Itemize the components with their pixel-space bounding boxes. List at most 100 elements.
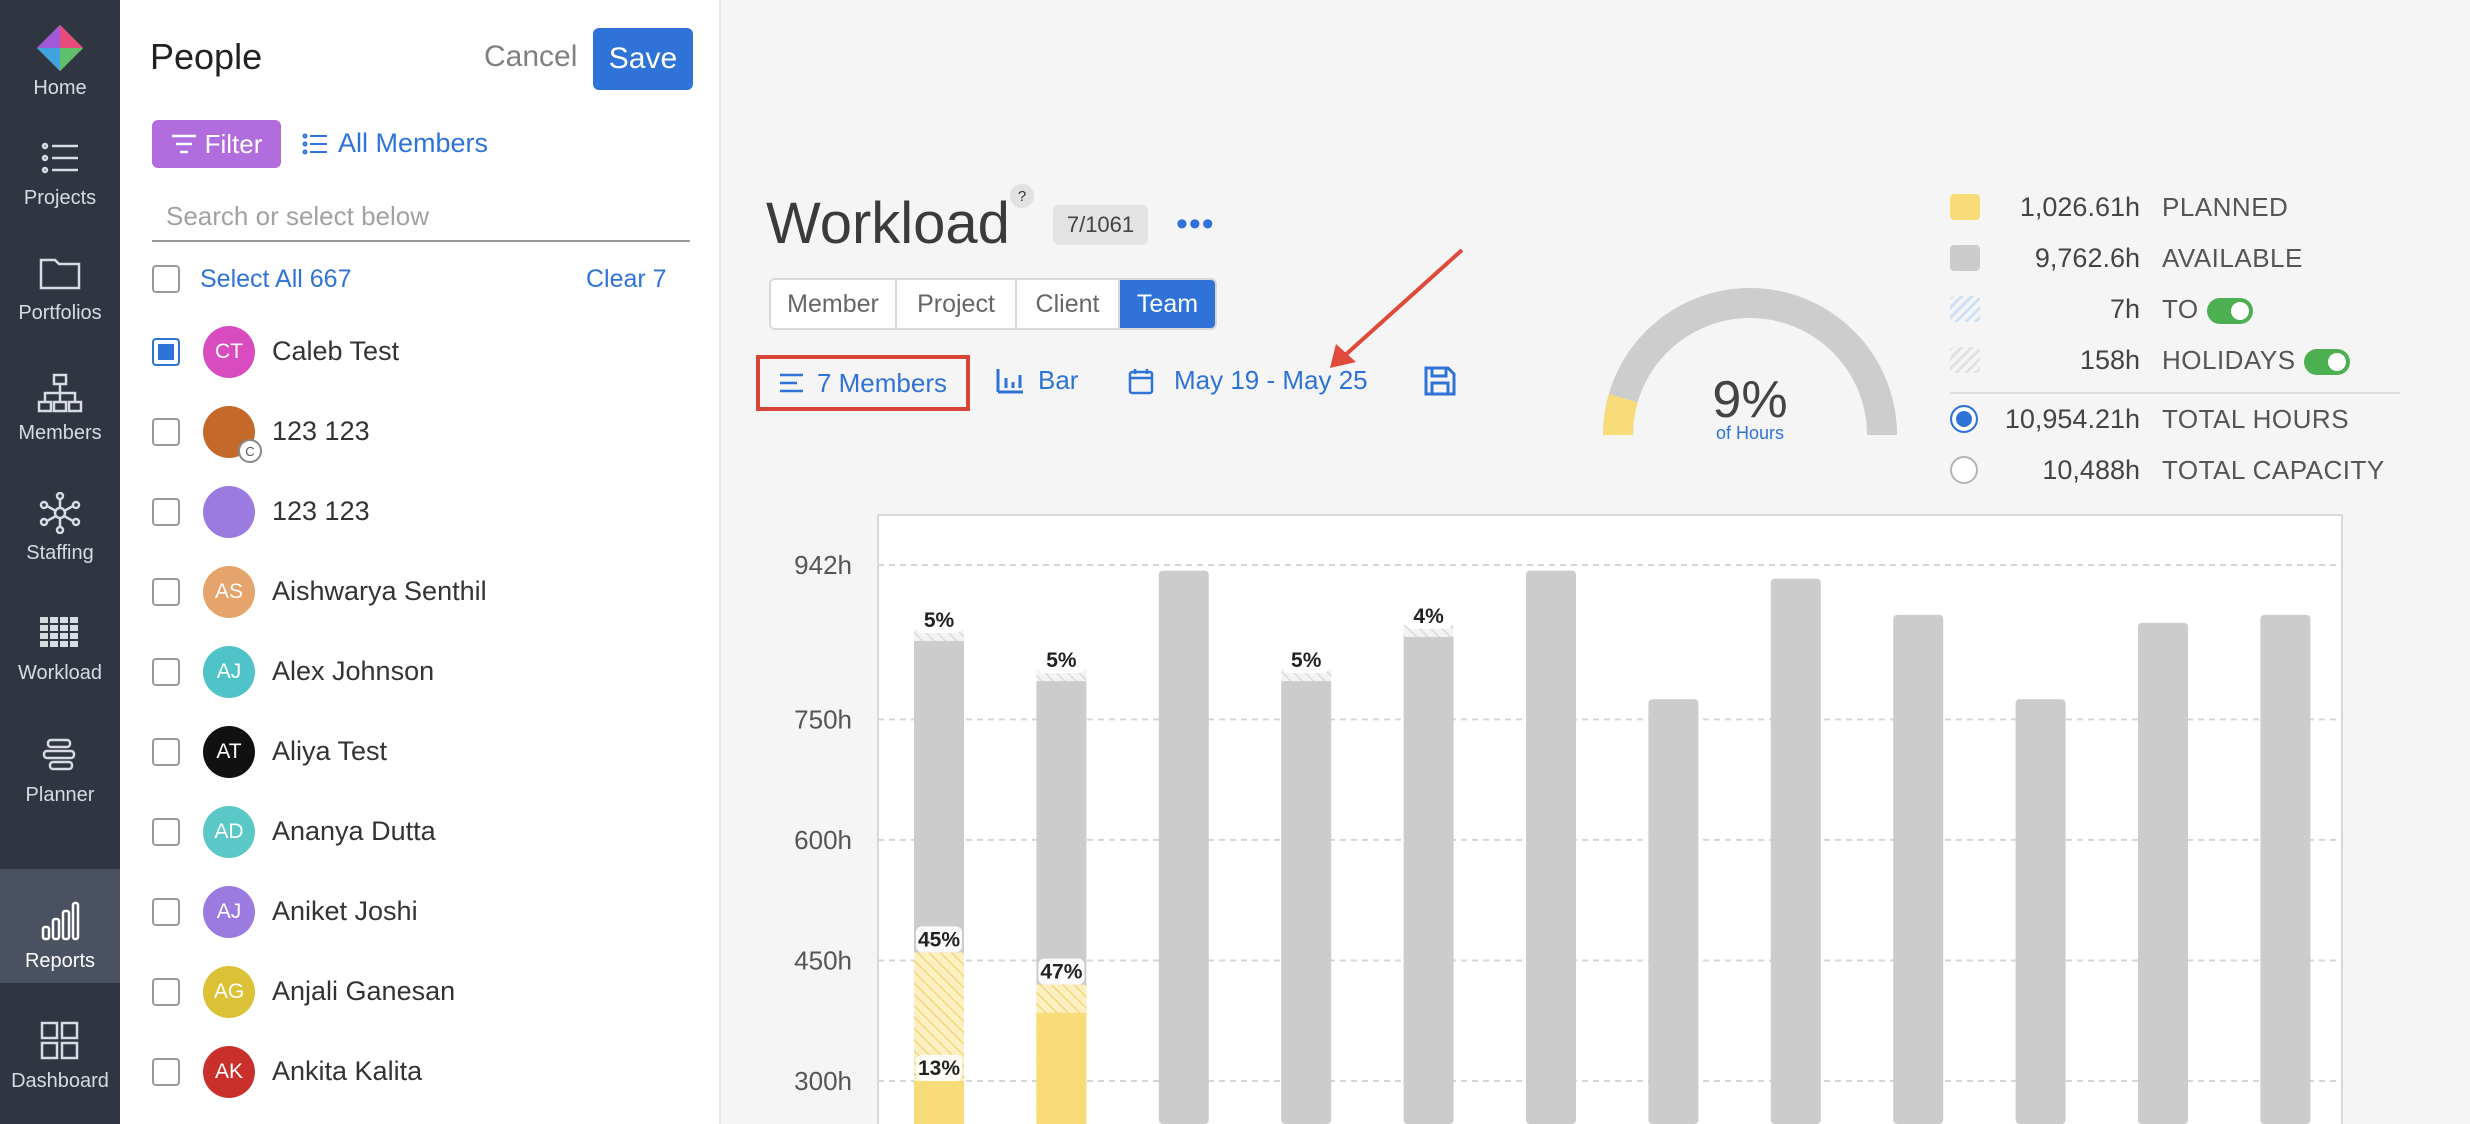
y-tick-label: 750h bbox=[794, 704, 852, 734]
bar-label-mid: 47% bbox=[1040, 961, 1082, 984]
logo-icon bbox=[35, 25, 85, 71]
holidays-toggle[interactable] bbox=[2303, 349, 2350, 376]
grid-icon bbox=[35, 610, 85, 656]
person-row[interactable]: CT Caleb Test bbox=[152, 323, 692, 381]
person-checkbox[interactable] bbox=[152, 658, 180, 686]
all-members-button[interactable]: All Members bbox=[302, 128, 488, 159]
to-label: TO bbox=[2162, 294, 2253, 325]
avatar: CT bbox=[203, 326, 255, 378]
tab-project[interactable]: Project bbox=[897, 280, 1017, 328]
bar-planned bbox=[914, 1081, 964, 1124]
tab-client[interactable]: Client bbox=[1017, 280, 1120, 328]
avatar: AK bbox=[203, 1046, 255, 1098]
gauge-subtitle: of Hours bbox=[1715, 423, 1785, 443]
select-all-link[interactable]: Select All 667 bbox=[200, 265, 352, 294]
person-row[interactable]: AJ Aniket Joshi bbox=[152, 883, 692, 941]
person-checkbox[interactable] bbox=[152, 578, 180, 606]
bar-available bbox=[1281, 679, 1332, 1124]
folder-icon bbox=[35, 250, 85, 296]
nav-label-planner: Planner bbox=[25, 784, 95, 806]
to-toggle[interactable] bbox=[2206, 298, 2253, 325]
bar-available bbox=[2260, 614, 2311, 1124]
nav-home[interactable]: Home bbox=[0, 0, 120, 110]
total-hours-radio[interactable] bbox=[1950, 405, 1978, 433]
tab-member[interactable]: Member bbox=[771, 280, 897, 328]
planner-icon bbox=[35, 732, 85, 778]
bar-available bbox=[1526, 570, 1576, 1124]
person-row[interactable]: AD Ananya Dutta bbox=[152, 803, 692, 861]
person-row[interactable]: AG Anjali Ganesan bbox=[152, 963, 692, 1021]
members-selector-button[interactable]: 7 Members bbox=[756, 355, 970, 411]
avatar: AJ bbox=[203, 646, 255, 698]
select-all-checkbox[interactable] bbox=[152, 265, 180, 293]
filter-icon bbox=[171, 134, 196, 154]
avatar bbox=[203, 486, 255, 538]
person-row[interactable]: AK Ankita Kalita bbox=[152, 1043, 692, 1101]
filter-button[interactable]: Filter bbox=[152, 120, 281, 168]
nav-staffing[interactable]: Staffing bbox=[0, 465, 120, 575]
nav-label-workload: Workload bbox=[17, 662, 103, 684]
nav-projects[interactable]: Projects bbox=[0, 110, 120, 220]
person-name: Caleb Test bbox=[272, 336, 400, 366]
tab-team[interactable]: Team bbox=[1120, 280, 1215, 328]
avatar: AT bbox=[203, 726, 255, 778]
nav-label-portfolios: Portfolios bbox=[18, 302, 102, 324]
list-icon bbox=[35, 135, 85, 181]
total-capacity-value: 10,488h bbox=[2042, 455, 2140, 485]
avatar-badge: C bbox=[238, 439, 262, 463]
person-name: Alex Johnson bbox=[272, 656, 435, 686]
person-checkbox[interactable] bbox=[152, 338, 180, 366]
holidays-swatch bbox=[1950, 347, 1980, 373]
chart-type-label: Bar bbox=[1038, 365, 1079, 395]
person-checkbox[interactable] bbox=[152, 498, 180, 526]
total-capacity-label: TOTAL CAPACITY bbox=[2162, 455, 2385, 485]
bar-chart-icon bbox=[35, 898, 85, 944]
nav-members[interactable]: Members bbox=[0, 345, 120, 455]
cancel-button[interactable]: Cancel bbox=[484, 40, 577, 74]
chart-type-button[interactable]: Bar bbox=[996, 365, 1078, 396]
bar-available bbox=[1403, 634, 1454, 1124]
total-capacity-radio[interactable] bbox=[1950, 456, 1978, 484]
clear-link[interactable]: Clear 7 bbox=[586, 265, 667, 294]
bar-label-mid: 45% bbox=[918, 928, 960, 951]
available-swatch bbox=[1950, 245, 1980, 271]
help-icon[interactable]: ? bbox=[1010, 184, 1034, 208]
filter-label: Filter bbox=[204, 128, 263, 159]
nav-workload[interactable]: Workload bbox=[0, 585, 120, 695]
bar-available bbox=[1648, 699, 1699, 1124]
nav-portfolios[interactable]: Portfolios bbox=[0, 225, 120, 335]
left-nav: Home Projects Portfolios Members Staffin… bbox=[0, 0, 120, 1124]
dashboard-icon bbox=[35, 1018, 85, 1064]
person-checkbox[interactable] bbox=[152, 418, 180, 446]
person-checkbox[interactable] bbox=[152, 738, 180, 766]
search-input[interactable] bbox=[152, 196, 690, 236]
person-row[interactable]: AJ Alex Johnson bbox=[152, 643, 692, 701]
person-name: Ankita Kalita bbox=[272, 1056, 423, 1086]
nav-label-reports: Reports bbox=[24, 950, 96, 972]
to-swatch bbox=[1950, 296, 1980, 322]
person-name: Aishwarya Senthil bbox=[272, 576, 487, 606]
network-icon bbox=[35, 490, 85, 536]
nav-dashboard[interactable]: Dashboard bbox=[0, 993, 120, 1103]
gauge-fill bbox=[1603, 393, 1638, 436]
arrow-annotation bbox=[1330, 248, 1464, 368]
people-panel: People Cancel Save Filter All Members Se… bbox=[120, 0, 721, 1124]
nav-reports[interactable]: Reports bbox=[0, 869, 120, 983]
person-checkbox[interactable] bbox=[152, 898, 180, 926]
nav-planner[interactable]: Planner bbox=[0, 707, 120, 817]
person-row[interactable]: AS Aishwarya Senthil bbox=[152, 563, 692, 621]
legend-divider bbox=[1950, 392, 2400, 394]
person-row[interactable]: 123 123 bbox=[152, 483, 692, 541]
bar-available bbox=[1893, 614, 1944, 1124]
person-row[interactable]: C 123 123 bbox=[152, 403, 692, 463]
person-checkbox[interactable] bbox=[152, 818, 180, 846]
total-hours-label: TOTAL HOURS bbox=[2162, 404, 2350, 434]
person-checkbox[interactable] bbox=[152, 978, 180, 1006]
org-chart-icon bbox=[35, 370, 85, 416]
person-row[interactable]: AT Aliya Test bbox=[152, 723, 692, 781]
view-tabs: Member Project Client Team bbox=[769, 278, 1217, 330]
bar-available bbox=[1158, 570, 1209, 1124]
save-button[interactable]: Save bbox=[593, 28, 693, 90]
person-checkbox[interactable] bbox=[152, 1058, 180, 1086]
more-options-icon[interactable]: ••• bbox=[1176, 207, 1215, 241]
